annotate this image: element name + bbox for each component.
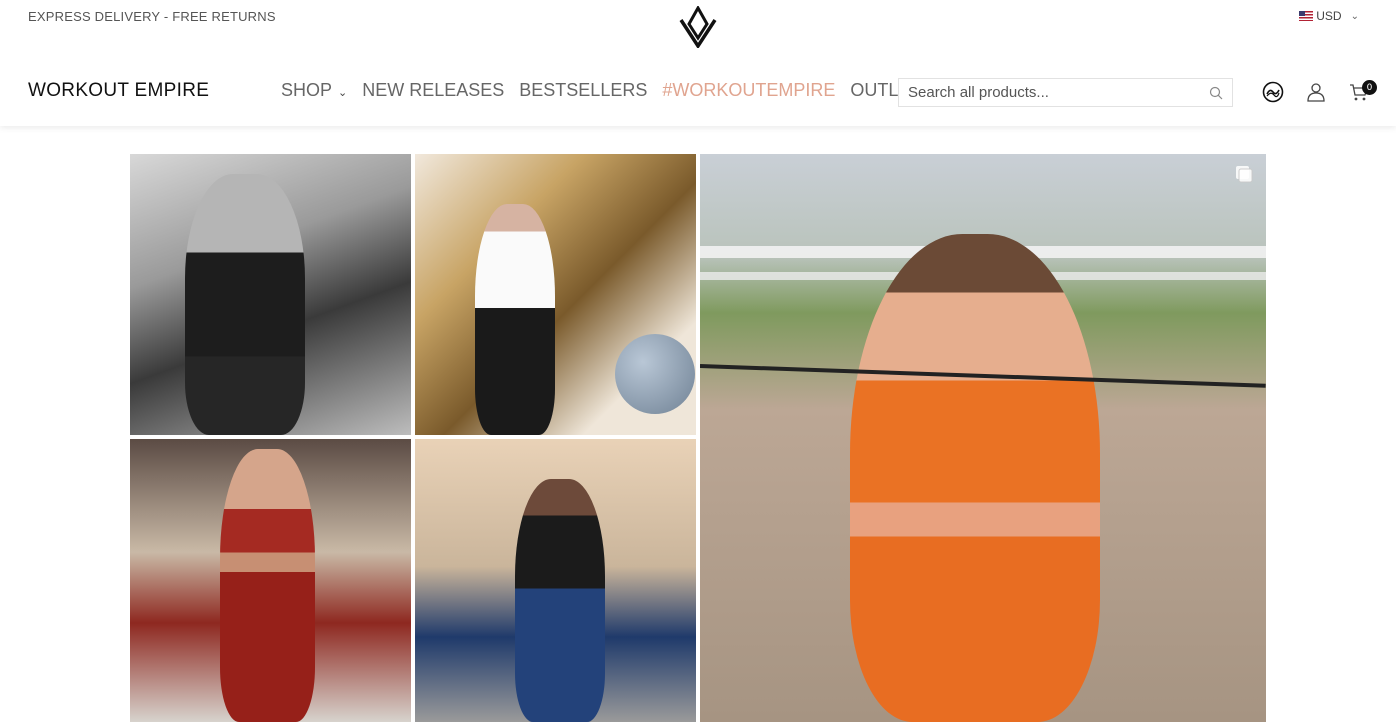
- gallery-photo-detail: [615, 334, 695, 414]
- gallery-photo: [220, 449, 315, 722]
- gallery-photo: [515, 479, 605, 722]
- logo-mark-icon[interactable]: [677, 6, 719, 48]
- gallery-tile[interactable]: [415, 154, 696, 435]
- multiple-images-icon: [1236, 166, 1253, 183]
- nav-item-workoutempire[interactable]: #WORKOUTEMPIRE: [662, 80, 835, 101]
- ugc-gallery: [130, 154, 1266, 722]
- chevron-down-icon: ⌄: [1350, 10, 1359, 22]
- gallery-tile-featured[interactable]: [700, 154, 1266, 722]
- gallery-photo: [475, 204, 555, 435]
- currency-label: USD: [1316, 9, 1342, 23]
- user-icon[interactable]: [1305, 81, 1327, 103]
- nav-item-label: SHOP: [281, 80, 333, 100]
- chevron-down-icon: ⌄: [338, 87, 348, 99]
- us-flag-icon: [1299, 11, 1314, 21]
- brand-name[interactable]: WORKOUT EMPIRE: [28, 80, 209, 102]
- nav-item-new-releases[interactable]: NEW RELEASES: [362, 80, 504, 101]
- search-icon[interactable]: [1209, 86, 1223, 100]
- cart-count-badge: 0: [1362, 80, 1377, 95]
- nav-item-shop[interactable]: SHOP ⌄: [281, 80, 347, 101]
- gallery-photo: [850, 234, 1100, 722]
- search-box: [898, 78, 1233, 107]
- search-input[interactable]: [908, 84, 1209, 101]
- gallery-tile[interactable]: [415, 439, 696, 722]
- gallery-photo: [185, 174, 305, 435]
- gallery-tile[interactable]: [130, 154, 411, 435]
- sass-badge-icon[interactable]: [1262, 81, 1284, 103]
- nav-item-bestsellers[interactable]: BESTSELLERS: [519, 80, 647, 101]
- currency-selector[interactable]: USD ⌄: [1299, 9, 1359, 23]
- gallery-tile[interactable]: [130, 439, 411, 722]
- site-header: EXPRESS DELIVERY - FREE RETURNS USD ⌄ WO…: [0, 0, 1396, 126]
- promo-banner-text: EXPRESS DELIVERY - FREE RETURNS: [28, 9, 276, 24]
- main-nav: SHOP ⌄ NEW RELEASES BESTSELLERS #WORKOUTE…: [281, 80, 921, 101]
